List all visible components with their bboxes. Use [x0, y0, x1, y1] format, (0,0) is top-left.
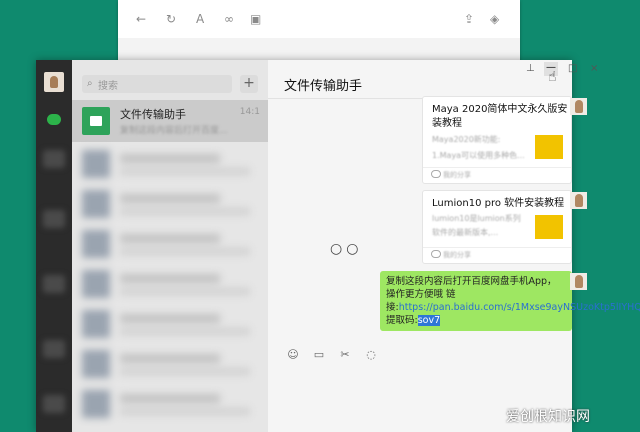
avatar[interactable] — [570, 98, 587, 115]
chat-item-preview: 复制这段内容后打开百度... — [120, 126, 228, 136]
chat-item-name: 文件传输助手 — [120, 108, 186, 121]
chat-item-time: 14:1 — [239, 107, 260, 117]
card-desc: lumion10是lumion系列 — [432, 214, 521, 223]
card-title: Lumion10 pro 软件安装教程 — [432, 198, 565, 209]
close-button[interactable]: × — [590, 63, 598, 74]
blurred-nav-icon — [43, 395, 65, 413]
list-item[interactable] — [82, 350, 258, 380]
avatar[interactable] — [570, 192, 587, 209]
list-item[interactable] — [82, 230, 258, 260]
chat-list: ⌕ 搜索 + 文件传输助手 14:1 复制这段内容后打开百度... — [72, 60, 268, 432]
blurred-nav-icon — [43, 210, 65, 228]
user-avatar[interactable] — [44, 72, 64, 92]
scissors-icon[interactable]: ✂ — [338, 348, 352, 361]
folder-icon — [82, 107, 110, 135]
search-placeholder: 搜索 — [98, 81, 118, 92]
list-item[interactable] — [82, 310, 258, 340]
nav-rail — [36, 60, 72, 432]
list-item[interactable] — [82, 390, 258, 420]
message-bubble[interactable]: 复制这段内容后打开百度网盘手机App，操作更方便哦 链接:https://pan… — [380, 271, 640, 331]
chat-title: 文件传输助手 — [284, 79, 363, 94]
blurred-nav-icon — [43, 150, 65, 168]
link-card-maya[interactable]: Maya 2020简体中文永久版安装教程 Maya2020新功能: 1.Maya… — [422, 96, 572, 184]
back-icon[interactable]: ← — [136, 12, 146, 26]
chat-panel: 文件传输助手 ⊥ — □ × ☝ Maya 2020简体中文永久版安装教程 Ma… — [268, 60, 640, 432]
card-footer: 我的分享 — [423, 247, 571, 262]
message-text: 提取码: — [386, 315, 418, 326]
card-source: 我的分享 — [443, 251, 471, 259]
card-desc: 1.Maya可以使用多种色... — [432, 151, 525, 160]
search-icon: ⌕ — [87, 78, 93, 89]
list-item[interactable] — [82, 150, 258, 180]
maximize-button[interactable]: □ — [568, 63, 577, 74]
share-icon[interactable]: ⇪ — [464, 12, 474, 26]
chat-icon[interactable] — [47, 114, 61, 125]
card-thumbnail — [535, 135, 563, 159]
browser-window: ← ↻ A ∞ ▣ ⇪ ◈ — [118, 0, 520, 62]
selected-code[interactable]: sov7 — [417, 315, 441, 326]
refresh-icon[interactable]: ↻ — [166, 12, 176, 26]
avatar[interactable] — [570, 273, 587, 290]
input-toolbar: ☺ ▭ ✂ ◌ — [286, 348, 378, 361]
blurred-nav-icon — [43, 275, 65, 293]
window-icon[interactable]: ▣ — [250, 12, 261, 26]
chat-item-file-transfer[interactable]: 文件传输助手 14:1 复制这段内容后打开百度... — [72, 100, 268, 142]
link-card-lumion[interactable]: Lumion10 pro 软件安装教程 lumion10是lumion系列 软件… — [422, 190, 572, 264]
browser-content — [118, 38, 520, 62]
card-title: Maya 2020简体中文永久版安装教程 — [432, 104, 568, 129]
link-icon[interactable]: ∞ — [224, 12, 234, 26]
blurred-nav-icon — [43, 340, 65, 358]
card-thumbnail — [535, 215, 563, 239]
pin-icon[interactable]: ⊥ — [526, 63, 535, 74]
text-icon[interactable]: A — [196, 12, 204, 26]
mouse-cursor-icon: ☝ — [548, 69, 557, 85]
browser-toolbar: ← ↻ A ∞ ▣ ⇪ ◈ — [118, 0, 520, 38]
wechat-window: ⌕ 搜索 + 文件传输助手 14:1 复制这段内容后打开百度... 文件传输助手… — [36, 60, 640, 432]
card-footer: 我的分享 — [423, 167, 571, 182]
folder-icon[interactable]: ▭ — [312, 348, 326, 361]
loading-indicator: ○○ — [330, 241, 363, 257]
chat-bubble-icon[interactable]: ◌ — [364, 348, 378, 361]
card-desc: Maya2020新功能: — [432, 135, 501, 144]
watermark: 爱创根知识网 — [506, 409, 590, 425]
link-icon — [431, 250, 441, 258]
link-icon — [431, 170, 441, 178]
list-item[interactable] — [82, 270, 258, 300]
search-input[interactable]: ⌕ 搜索 — [82, 75, 232, 93]
emoji-icon[interactable]: ☺ — [286, 348, 300, 361]
message-link[interactable]: https://pan.baidu.com/s/1Mxse9ayNSUzoKtp… — [399, 302, 640, 313]
card-desc: 软件的最新版本,... — [432, 228, 499, 237]
list-item[interactable] — [82, 190, 258, 220]
add-button[interactable]: + — [240, 75, 258, 93]
cube-icon[interactable]: ◈ — [490, 12, 499, 26]
card-source: 我的分享 — [443, 171, 471, 179]
